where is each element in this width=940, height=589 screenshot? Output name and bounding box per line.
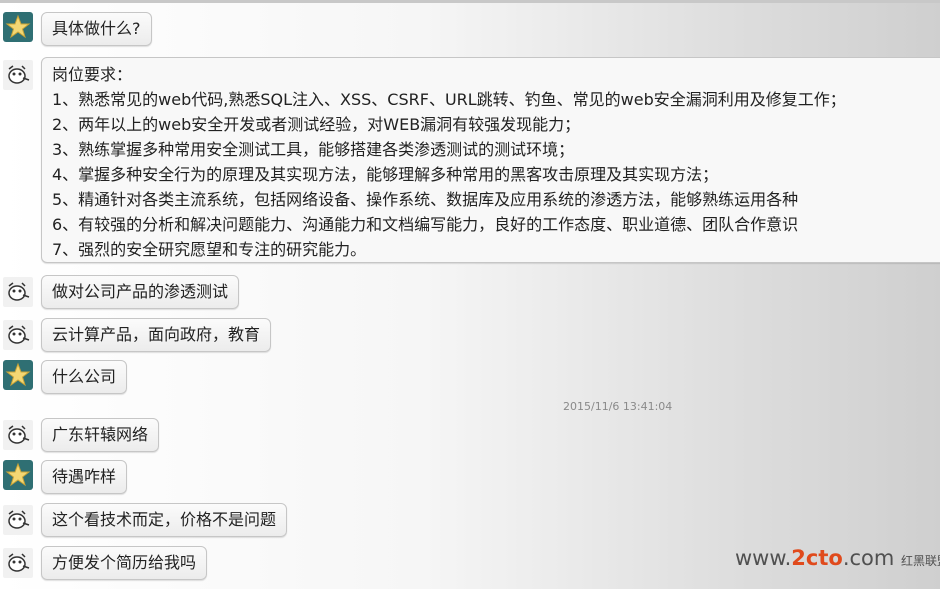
watermark-suffix: .com: [842, 546, 895, 570]
message-bubble[interactable]: 这个看技术而定，价格不是问题: [41, 503, 288, 537]
message-line: 6、有较强的分析和解决问题能力、沟通能力和文档编写能力，良好的工作态度、职业道德…: [52, 215, 799, 234]
watermark-brand: 2cto: [791, 546, 843, 570]
cartoon-avatar-icon[interactable]: [3, 320, 33, 350]
message-line: 岗位要求：: [52, 65, 133, 84]
message-bubble[interactable]: 做对公司产品的渗透测试: [41, 275, 240, 309]
message-line: 4、掌握多种安全行为的原理及其实现方法，能够理解多种常用的黑客攻击原理及其实现方…: [52, 165, 719, 184]
message-bubble[interactable]: 方便发个简历给我吗: [41, 546, 208, 580]
message-bubble[interactable]: 什么公司: [41, 360, 128, 394]
message-bubble[interactable]: 广东轩辕网络: [41, 418, 160, 452]
cartoon-avatar-icon[interactable]: [3, 548, 33, 578]
star-avatar-icon[interactable]: [3, 360, 33, 390]
watermark-prefix: www.: [735, 546, 792, 570]
message-line: 1、熟悉常见的web代码,熟悉SQL注入、XSS、CSRF、URL跳转、钓鱼、常…: [52, 90, 846, 109]
message-line: 5、精通针对各类主流系统，包括网络设备、操作系统、数据库及应用系统的渗透方法，能…: [52, 190, 799, 209]
cartoon-avatar-icon[interactable]: [3, 420, 33, 450]
top-border: [0, 0, 940, 3]
star-avatar-icon[interactable]: [3, 12, 33, 42]
message-line: 3、熟练掌握多种常用安全测试工具，能够搭建各类渗透测试的测试环境；: [52, 140, 575, 159]
watermark-small: 红黑联盟: [901, 554, 940, 568]
message-bubble[interactable]: 具体做什么?: [41, 12, 152, 46]
message-line: 7、强烈的安全研究愿望和专注的研究能力。: [52, 240, 367, 259]
cartoon-avatar-icon[interactable]: [3, 60, 33, 90]
message-bubble-job-requirements[interactable]: 岗位要求： 1、熟悉常见的web代码,熟悉SQL注入、XSS、CSRF、URL跳…: [41, 57, 940, 263]
message-bubble[interactable]: 待遇咋样: [41, 460, 128, 494]
cartoon-avatar-icon[interactable]: [3, 505, 33, 535]
message-bubble[interactable]: 云计算产品，面向政府，教育: [41, 318, 272, 352]
star-avatar-icon[interactable]: [3, 460, 33, 490]
watermark: www.2cto.com 红黑联盟: [735, 546, 940, 570]
message-line: 2、两年以上的web安全开发或者测试经验，对WEB漏洞有较强发现能力；: [52, 115, 581, 134]
message-timestamp: 2015/11/6 13:41:04: [563, 400, 673, 413]
cartoon-avatar-icon[interactable]: [3, 277, 33, 307]
